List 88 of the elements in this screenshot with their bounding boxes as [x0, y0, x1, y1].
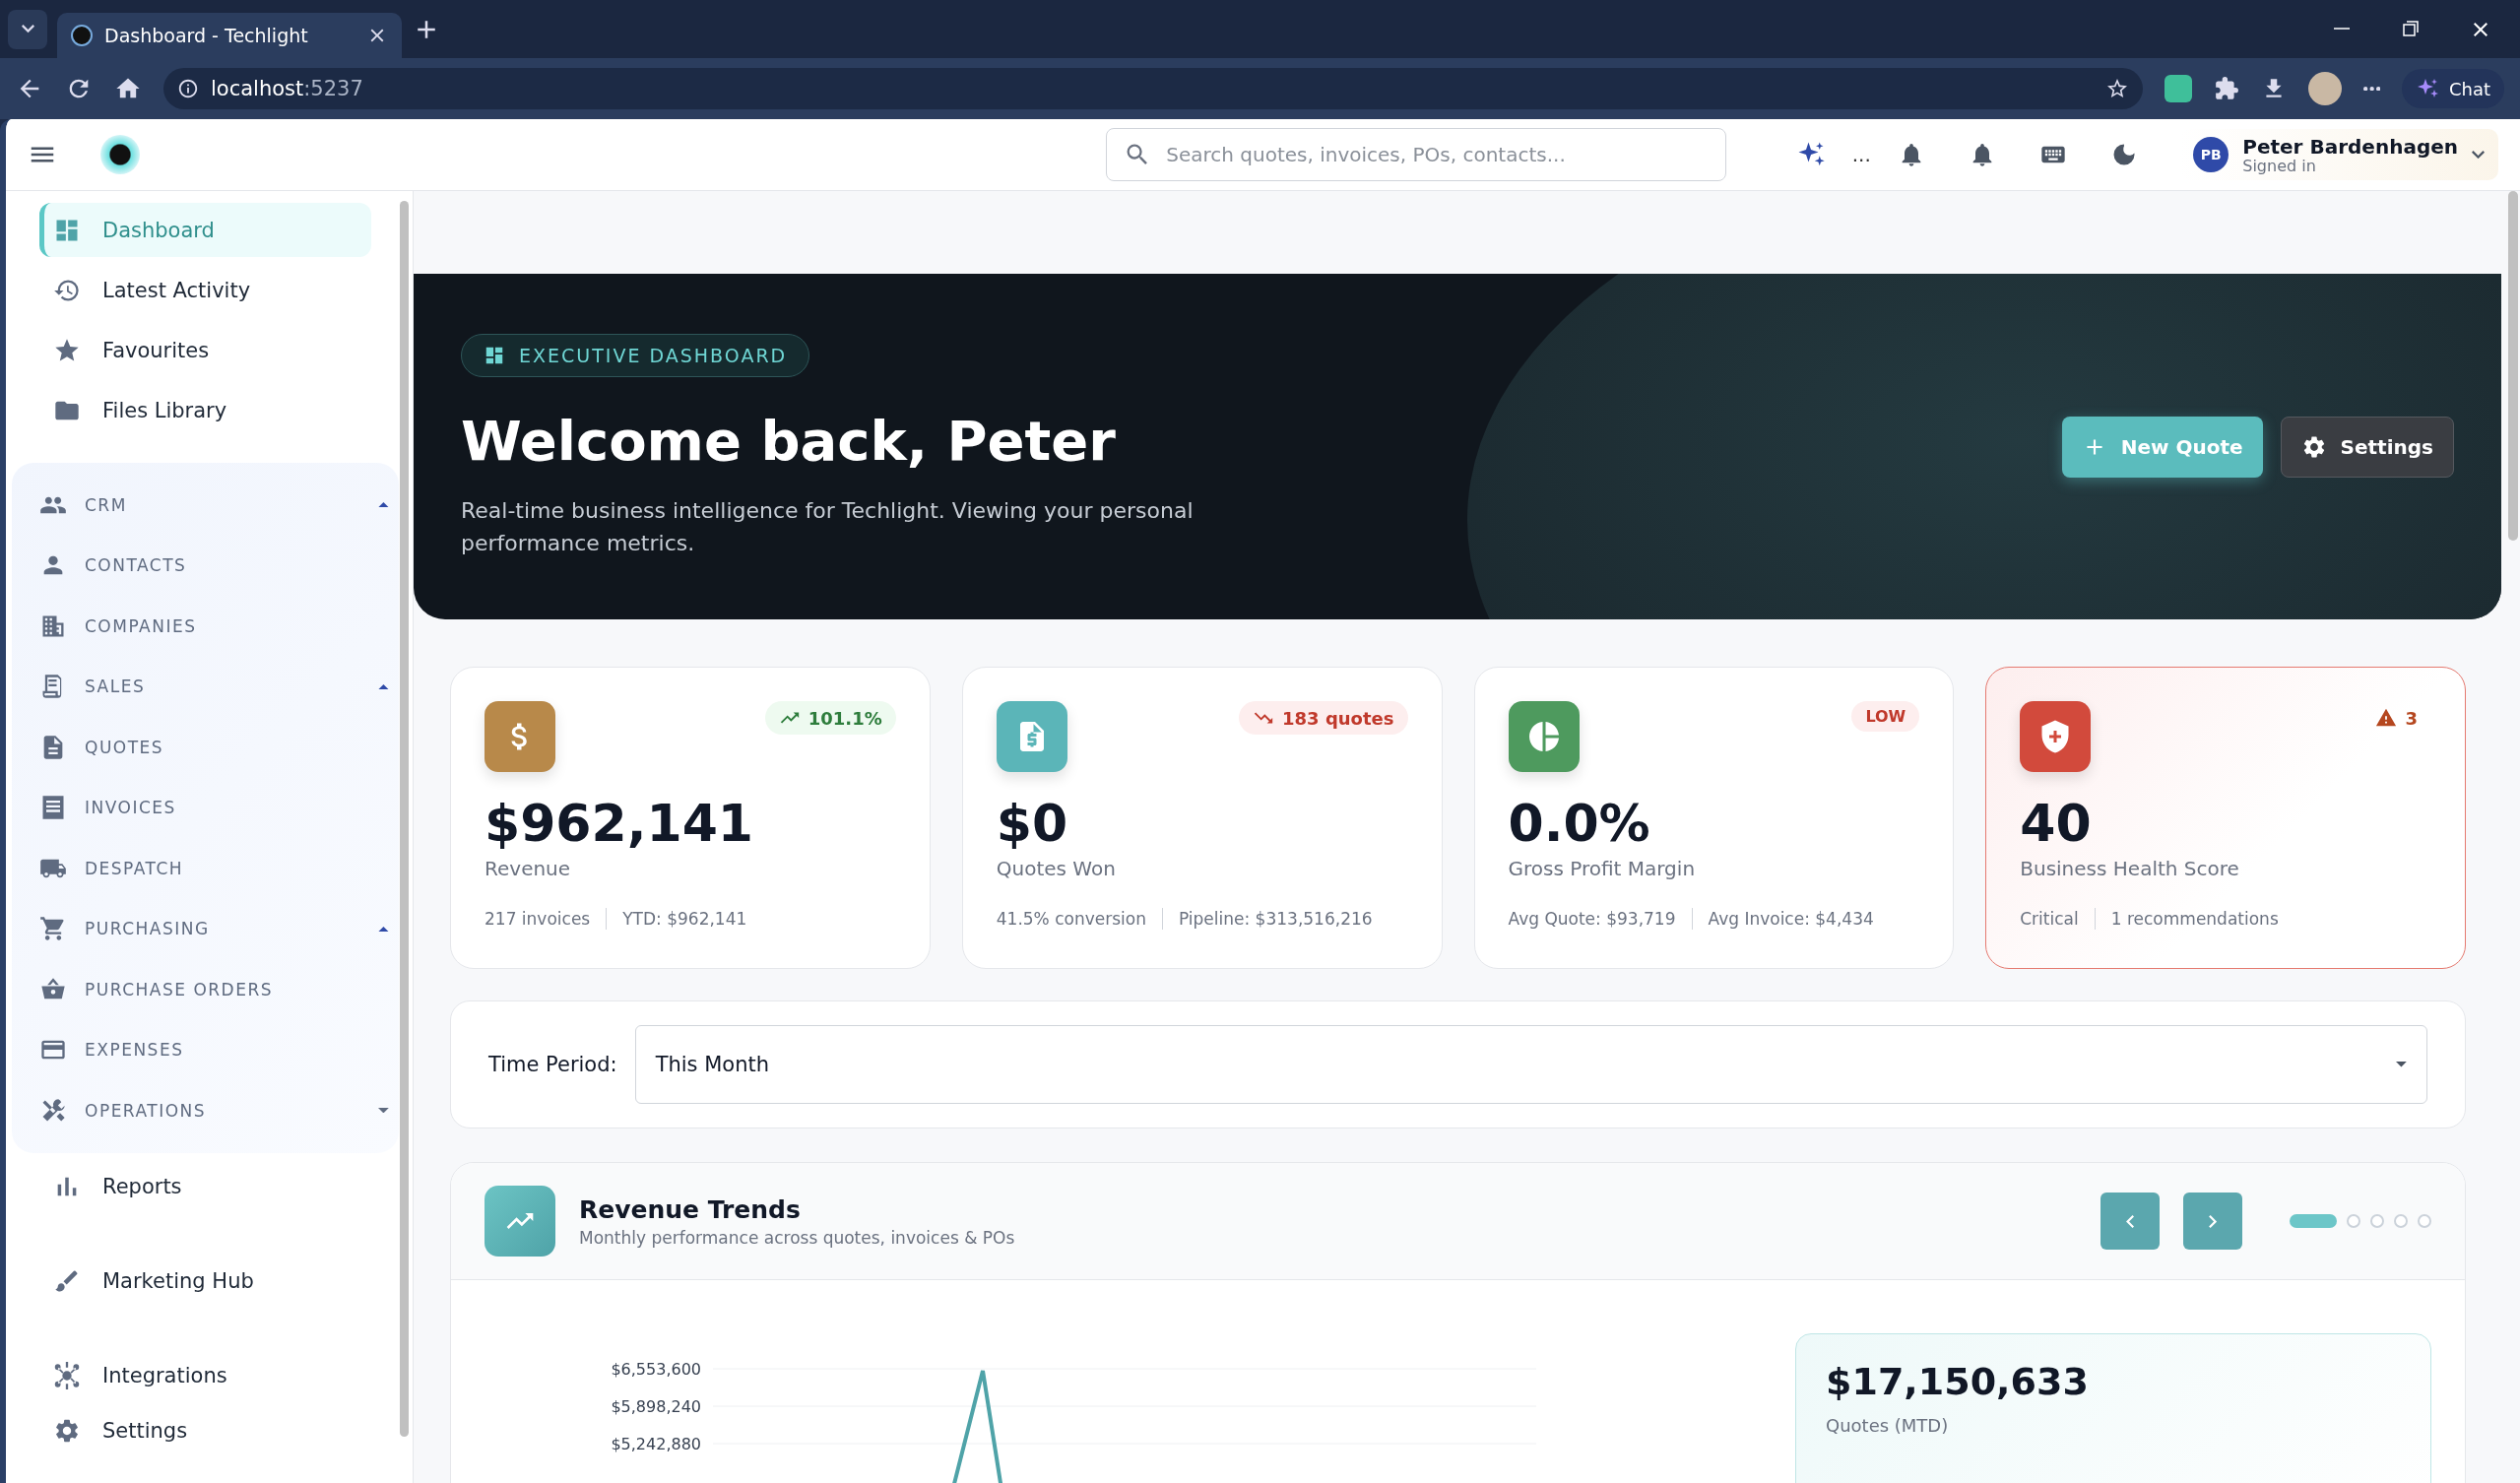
- address-bar[interactable]: localhost:5237: [163, 68, 2143, 109]
- time-period-dropdown[interactable]: This Month: [634, 1025, 2427, 1104]
- sidebar-item[interactable]: CONTACTS: [12, 535, 399, 596]
- trend-badge: 183 quotes: [1239, 701, 1408, 735]
- favorite-icon: [2104, 77, 2129, 100]
- sidebar-item[interactable]: Reports: [39, 1158, 371, 1214]
- warning-count: 3: [2361, 701, 2431, 735]
- section-badge: EXECUTIVE DASHBOARD: [461, 334, 810, 377]
- scrollbar[interactable]: [400, 201, 409, 1437]
- welcome-title: Welcome back, Peter: [461, 409, 1116, 473]
- extension-icon[interactable]: [2164, 75, 2192, 102]
- metric-label: Business Health Score: [2020, 857, 2240, 880]
- caret-down-icon: [2396, 1062, 2407, 1067]
- sidebar-item[interactable]: QUOTES: [12, 717, 399, 778]
- page-indicator[interactable]: [2370, 1214, 2384, 1228]
- caret-up-icon: [378, 926, 389, 932]
- axis-label: $5,898,240: [611, 1397, 701, 1416]
- metric-label: Gross Profit Margin: [1508, 857, 1697, 880]
- dashboard-icon: [484, 345, 505, 366]
- more-icon: [2362, 86, 2380, 92]
- next-button[interactable]: [2183, 1193, 2242, 1250]
- tab-list-button[interactable]: [8, 9, 47, 49]
- more-label[interactable]: ...: [1846, 143, 1877, 166]
- profile-avatar[interactable]: [2307, 72, 2342, 105]
- chat-button[interactable]: Chat: [2401, 69, 2504, 108]
- chevron-right-icon: [2208, 1214, 2218, 1228]
- metric-detail: 1 recommendations: [2110, 909, 2279, 929]
- summary-label: Quotes (MTD): [1826, 1415, 1950, 1436]
- page-indicator[interactable]: [2418, 1214, 2431, 1228]
- metric-detail: Avg Quote: $93,719: [1508, 909, 1676, 929]
- sidebar-item[interactable]: Files Library: [39, 383, 371, 437]
- page-indicator[interactable]: [2290, 1214, 2337, 1228]
- page-indicator[interactable]: [2347, 1214, 2360, 1228]
- info-icon: [177, 78, 199, 99]
- sidebar-item[interactable]: Integrations: [39, 1347, 371, 1403]
- sidebar-item[interactable]: COMPANIES: [12, 596, 399, 657]
- app-logo[interactable]: [100, 135, 140, 174]
- chevron-left-icon: [2125, 1214, 2135, 1228]
- metric-label: Revenue: [485, 857, 572, 880]
- summary-value: $17,150,633: [1826, 1360, 2090, 1403]
- sidebar-item[interactable]: PURCHASE ORDERS: [12, 959, 399, 1020]
- metric-detail: Avg Invoice: $4,434: [1708, 909, 1874, 929]
- metric-detail: 41.5% conversion: [996, 909, 1146, 929]
- metric-value: 40: [2020, 794, 2093, 853]
- status-badge: LOW: [1851, 701, 1920, 732]
- page-indicator[interactable]: [2394, 1214, 2408, 1228]
- chevron-down-icon: [21, 25, 34, 33]
- sidebar-item[interactable]: Marketing Hub: [39, 1253, 371, 1309]
- sidebar-section[interactable]: SALES: [12, 656, 399, 717]
- metric-detail: 217 invoices: [485, 909, 591, 929]
- metric-value: $962,141: [485, 794, 755, 853]
- metric-value: 0.0%: [1508, 794, 1651, 853]
- metric-detail: YTD: $962,141: [622, 909, 747, 929]
- trend-icon: [485, 1186, 555, 1257]
- caret-up-icon: [378, 683, 389, 689]
- axis-label: $5,242,880: [611, 1435, 701, 1453]
- caret-up-icon: [378, 502, 389, 508]
- browser-tab[interactable]: Dashboard - Techlight: [57, 13, 402, 58]
- network-icon: [53, 1361, 81, 1389]
- axis-label: $6,553,600: [611, 1360, 701, 1379]
- caret-down-icon: [378, 1108, 389, 1114]
- previous-button[interactable]: [2100, 1193, 2160, 1250]
- search-field[interactable]: Search quotes, invoices, POs, contacts...: [1106, 128, 1727, 181]
- card-title: Revenue Trends: [579, 1194, 802, 1224]
- sidebar-item[interactable]: Dashboard: [39, 203, 371, 257]
- chevron-down-icon: [2472, 150, 2485, 160]
- sidebar-item[interactable]: Settings: [39, 1402, 371, 1458]
- site-icon: [71, 25, 93, 46]
- warning-icon: [2375, 707, 2398, 729]
- sidebar-item[interactable]: Latest Activity: [39, 263, 371, 317]
- sidebar-section[interactable]: OPERATIONS: [12, 1080, 399, 1141]
- sidebar-item[interactable]: DESPATCH: [12, 838, 399, 899]
- sidebar-section[interactable]: PURCHASING: [12, 898, 399, 959]
- sidebar-item[interactable]: INVOICES: [12, 777, 399, 838]
- puzzle-icon: [2213, 76, 2239, 101]
- card-subtitle: Monthly performance across quotes, invoices & POs: [579, 1227, 1016, 1248]
- metric-detail: Critical: [2020, 909, 2079, 929]
- metric-label: Quotes Won: [996, 857, 1117, 880]
- sidebar-section[interactable]: CRM: [12, 475, 399, 536]
- welcome-subtitle: Real-time business intelligence for Techlight. Viewing your personal performance metrics.: [461, 497, 1195, 557]
- metric-value: $0: [996, 794, 1069, 853]
- sidebar-item[interactable]: EXPENSES: [12, 1019, 399, 1080]
- scrollbar[interactable]: [2508, 191, 2518, 541]
- metric-detail: Pipeline: $313,516,216: [1178, 909, 1373, 929]
- field-label: Time Period:: [488, 1053, 617, 1076]
- settings-button[interactable]: Settings: [2280, 416, 2454, 478]
- sidebar-item[interactable]: Favourites: [39, 323, 371, 377]
- trend-badge: 101.1%: [764, 701, 896, 735]
